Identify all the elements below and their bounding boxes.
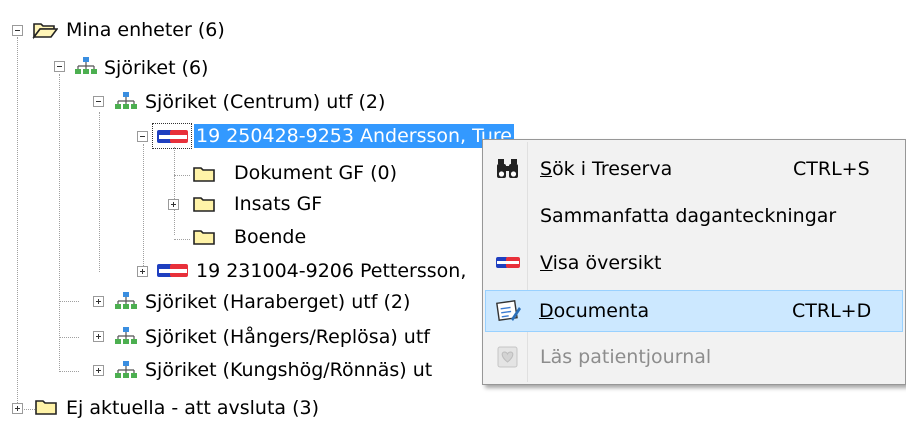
ej-aktuella-label[interactable]: Ej aktuella - att avsluta (3) (64, 396, 321, 420)
tree-root-label[interactable]: Mina enheter (6) (64, 18, 227, 42)
menu-item-las-patientjournal[interactable]: Läs patientjournal (485, 336, 903, 378)
tree-line (99, 112, 100, 272)
patient-card-icon (496, 257, 520, 268)
patient-card-icon (157, 130, 188, 143)
tree-line (17, 37, 18, 409)
org-unit-icon (115, 292, 137, 309)
tree-line (59, 301, 79, 302)
tree-line (143, 144, 144, 272)
patient-row[interactable]: 19 231004-9206 Pettersson, (194, 259, 468, 283)
collapse-toggle[interactable] (54, 61, 65, 72)
documenta-icon (496, 300, 521, 321)
menu-item-label: Documenta (539, 300, 650, 322)
open-folder-icon (32, 23, 58, 40)
tree-line (59, 337, 79, 338)
expand-toggle[interactable] (93, 365, 104, 376)
expand-toggle[interactable] (93, 331, 104, 342)
journal-icon (497, 346, 518, 368)
collapse-toggle[interactable] (93, 96, 104, 107)
expand-toggle[interactable] (93, 296, 104, 307)
tree-line (174, 147, 175, 235)
menu-item-visa-oversikt[interactable]: Visa översikt (485, 242, 903, 284)
tree-line (174, 239, 190, 240)
menu-item-shortcut: CTRL+D (792, 300, 872, 322)
folder-icon (193, 167, 215, 182)
folder-boende-label[interactable]: Boende (232, 225, 308, 249)
menu-item-documenta[interactable]: Documenta CTRL+D (485, 290, 903, 332)
menu-item-label: Läs patientjournal (540, 346, 712, 368)
collapse-toggle[interactable] (12, 25, 23, 36)
menu-item-label: Visa översikt (540, 252, 662, 274)
expand-toggle[interactable] (168, 199, 179, 210)
subunit-hangers-label[interactable]: Sjöriket (Hångers/Replösa) utf (143, 325, 432, 349)
subunit-centrum-label[interactable]: Sjöriket (Centrum) utf (2) (143, 90, 387, 114)
org-unit-icon (115, 361, 137, 378)
unit-label[interactable]: Sjöriket (6) (102, 56, 210, 80)
expand-toggle[interactable] (12, 403, 23, 414)
expand-toggle[interactable] (137, 266, 148, 277)
org-unit-icon (75, 57, 97, 74)
org-unit-icon (115, 327, 137, 344)
folder-insats-label[interactable]: Insats GF (232, 192, 324, 216)
folder-dokument-label[interactable]: Dokument GF (0) (232, 161, 399, 185)
folder-icon (193, 230, 215, 245)
subunit-haraberget-label[interactable]: Sjöriket (Haraberget) utf (2) (143, 290, 412, 314)
folder-icon (193, 197, 215, 212)
tree-line (59, 371, 79, 372)
collapse-toggle[interactable] (137, 131, 148, 142)
context-menu: Sök i Treserva CTRL+S Sammanfatta dagant… (482, 139, 906, 385)
menu-item-sok-i-treserva[interactable]: Sök i Treserva CTRL+S (485, 148, 903, 190)
tree-line (174, 175, 190, 176)
patient-card-icon (157, 264, 188, 277)
subunit-kungshog-label[interactable]: Sjöriket (Kungshög/Rönnäs) ut (143, 358, 434, 382)
org-unit-icon (115, 92, 137, 109)
menu-item-label: Sök i Treserva (540, 158, 673, 180)
menu-item-shortcut: CTRL+S (793, 158, 870, 180)
menu-item-label: Sammanfatta daganteckningar (540, 205, 837, 227)
tree-line (59, 74, 60, 370)
patient-row-selected[interactable]: 19 250428-9253 Andersson, Ture (193, 123, 515, 149)
binoculars-icon (497, 159, 518, 178)
menu-item-sammanfatta[interactable]: Sammanfatta daganteckningar (485, 195, 903, 237)
folder-icon (35, 400, 57, 415)
